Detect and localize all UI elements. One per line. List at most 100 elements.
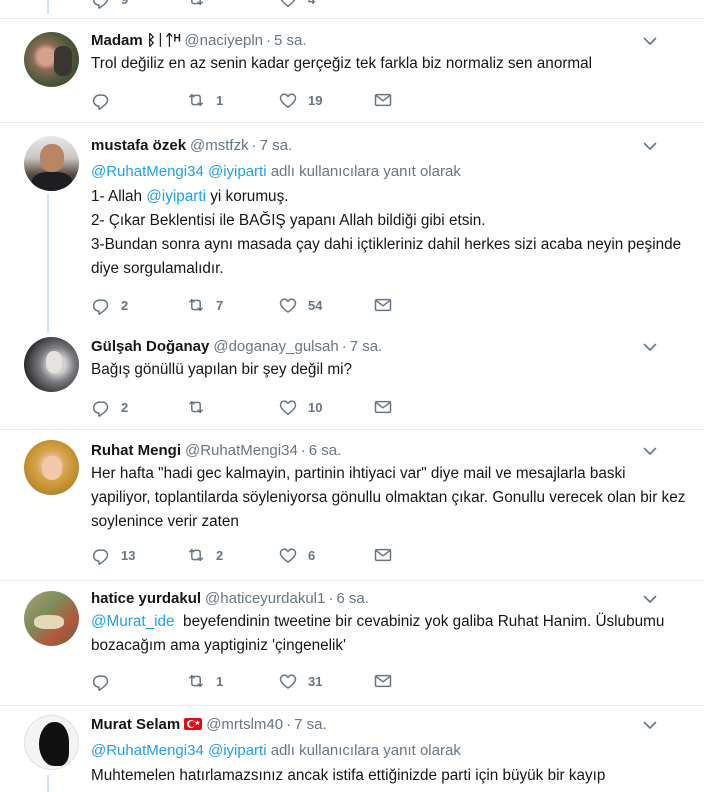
tweet[interactable]: hatice yurdakul @haticeyurdakul1 · 6 sa. @M… bbox=[0, 582, 704, 706]
like-icon bbox=[278, 545, 298, 565]
reply-button[interactable]: 13 bbox=[91, 544, 135, 566]
display-name[interactable]: mustafa özek bbox=[91, 137, 186, 154]
mention-link[interactable]: @Murat_ide bbox=[91, 613, 175, 630]
timestamp[interactable]: 7 sa. bbox=[294, 716, 327, 733]
mention-link[interactable]: @iyiparti bbox=[146, 188, 206, 205]
tweet-text: Muhtemelen hatırlamazsınız ancak istifa … bbox=[91, 767, 606, 784]
username[interactable]: @mstfzk bbox=[190, 137, 249, 154]
caret-down-icon[interactable] bbox=[642, 717, 658, 733]
mention-link[interactable]: @iyiparti bbox=[208, 742, 267, 759]
like-icon bbox=[278, 0, 298, 9]
retweet-button[interactable] bbox=[186, 0, 206, 10]
avatar[interactable] bbox=[24, 440, 79, 495]
reply-button[interactable] bbox=[91, 89, 131, 111]
like-button[interactable]: 31 bbox=[278, 670, 322, 692]
reply-count: 2 bbox=[121, 399, 129, 415]
timestamp[interactable]: 5 sa. bbox=[274, 32, 307, 49]
dm-button[interactable] bbox=[373, 294, 393, 316]
tweet[interactable]: mustafa özek @mstfzk · 7 sa. @RuhatMengi34 … bbox=[0, 124, 704, 333]
reply-count: 13 bbox=[121, 547, 136, 563]
dm-button[interactable] bbox=[373, 89, 393, 111]
like-icon bbox=[278, 671, 298, 691]
like-count: 54 bbox=[308, 297, 323, 313]
retweet-count: 1 bbox=[216, 92, 224, 108]
dm-icon bbox=[373, 90, 393, 110]
timestamp[interactable]: 7 sa. bbox=[260, 137, 293, 154]
retweet-button[interactable]: 1 bbox=[186, 670, 226, 692]
avatar[interactable] bbox=[24, 715, 79, 770]
like-count: 6 bbox=[308, 547, 316, 563]
retweet-icon bbox=[186, 397, 206, 417]
reply-button[interactable]: 2 bbox=[91, 294, 131, 316]
mention-link[interactable]: @RuhatMengi34 bbox=[91, 163, 204, 180]
like-count: 10 bbox=[308, 399, 323, 415]
mention-link[interactable]: @RuhatMengi34 bbox=[91, 742, 204, 759]
tweet[interactable]: Gülşah Doğanay @doganay_gulsah · 7 sa. Bağı… bbox=[0, 333, 704, 430]
like-icon bbox=[278, 397, 298, 417]
reply-icon bbox=[91, 397, 111, 417]
display-name[interactable]: Murat Selam bbox=[91, 716, 180, 733]
dm-icon bbox=[373, 397, 393, 417]
username[interactable]: @mrtslm40 bbox=[206, 716, 283, 733]
display-name[interactable]: hatice yurdakul bbox=[91, 590, 201, 607]
username[interactable]: @doganay_gulsah bbox=[213, 338, 338, 355]
caret-down-icon[interactable] bbox=[642, 591, 658, 607]
turkey-flag-icon: ★ bbox=[184, 718, 203, 730]
tweet-text: 1- Allah @iyiparti yi korumuş. 2- Çıkar … bbox=[91, 188, 682, 277]
retweet-button[interactable] bbox=[186, 396, 226, 418]
like-count: 31 bbox=[308, 673, 323, 689]
display-name[interactable]: Ruhat Mengi bbox=[91, 442, 181, 459]
dm-button[interactable] bbox=[373, 544, 393, 566]
timestamp[interactable]: 7 sa. bbox=[350, 338, 383, 355]
retweet-icon bbox=[186, 671, 206, 691]
like-button[interactable]: 19 bbox=[278, 89, 322, 111]
tweet[interactable]: Ruhat Mengi @RuhatMengi34 · 6 sa. Her hafta… bbox=[0, 431, 704, 581]
tweet-text: @Murat_ide beyefendinin tweetine bir cev… bbox=[91, 613, 669, 654]
timestamp[interactable]: 6 sa. bbox=[309, 442, 342, 459]
retweet-count: 2 bbox=[216, 547, 224, 563]
like-count: 19 bbox=[308, 92, 323, 108]
caret-down-icon[interactable] bbox=[642, 33, 658, 49]
avatar[interactable] bbox=[24, 591, 79, 646]
caret-down-icon[interactable] bbox=[642, 138, 658, 154]
dm-icon bbox=[373, 295, 393, 315]
reply-context: @RuhatMengi34 @iyiparti adlı kullanıcıla… bbox=[91, 163, 461, 180]
dm-icon bbox=[373, 545, 393, 565]
avatar[interactable] bbox=[24, 32, 79, 87]
avatar[interactable] bbox=[24, 337, 79, 392]
reply-icon bbox=[91, 90, 111, 110]
retweet-icon bbox=[186, 90, 206, 110]
mention-link[interactable]: @iyiparti bbox=[208, 163, 267, 180]
tweet[interactable]: Madam ᛒᛁᛏᴴ @naciyepln · 5 sa. Trol değiliz … bbox=[0, 19, 704, 123]
tweet-text: Bağış gönüllü yapılan bir şey değil mi? bbox=[91, 361, 353, 378]
reply-icon bbox=[91, 295, 111, 315]
avatar[interactable] bbox=[24, 136, 79, 191]
like-button[interactable]: 54 bbox=[278, 294, 322, 316]
reply-button[interactable] bbox=[91, 670, 131, 692]
tweet[interactable]: Murat Selam ★ @mrtslm40 · 7 sa. @RuhatMengi3… bbox=[0, 707, 704, 792]
like-button[interactable]: 10 bbox=[278, 396, 322, 418]
display-name[interactable]: Madam ᛒᛁᛏᴴ bbox=[91, 32, 180, 49]
caret-down-icon[interactable] bbox=[642, 443, 658, 459]
thread-line bbox=[47, 194, 49, 333]
dm-button[interactable] bbox=[373, 396, 393, 418]
dm-button[interactable] bbox=[373, 670, 393, 692]
timestamp[interactable]: 6 sa. bbox=[336, 590, 369, 607]
reply-button[interactable]: 9 bbox=[91, 0, 131, 10]
username[interactable]: @RuhatMengi34 bbox=[185, 442, 298, 459]
retweet-button[interactable]: 7 bbox=[186, 294, 226, 316]
reply-icon bbox=[91, 545, 111, 565]
retweet-button[interactable]: 1 bbox=[186, 89, 226, 111]
display-name[interactable]: Gülşah Doğanay bbox=[91, 338, 209, 355]
retweet-button[interactable]: 2 bbox=[186, 544, 226, 566]
reply-button[interactable]: 2 bbox=[91, 396, 131, 418]
like-button[interactable]: 6 bbox=[278, 544, 318, 566]
tweet-text: Her hafta "hadi gec kalmayin, partinin i… bbox=[91, 465, 686, 530]
like-icon bbox=[278, 295, 298, 315]
like-button[interactable]: 4 bbox=[278, 0, 318, 10]
like-count: 4 bbox=[308, 0, 318, 7]
username[interactable]: @naciyepln bbox=[184, 32, 263, 49]
caret-down-icon[interactable] bbox=[642, 339, 658, 355]
username[interactable]: @haticeyurdakul1 bbox=[205, 590, 325, 607]
thread-line bbox=[47, 0, 49, 14]
